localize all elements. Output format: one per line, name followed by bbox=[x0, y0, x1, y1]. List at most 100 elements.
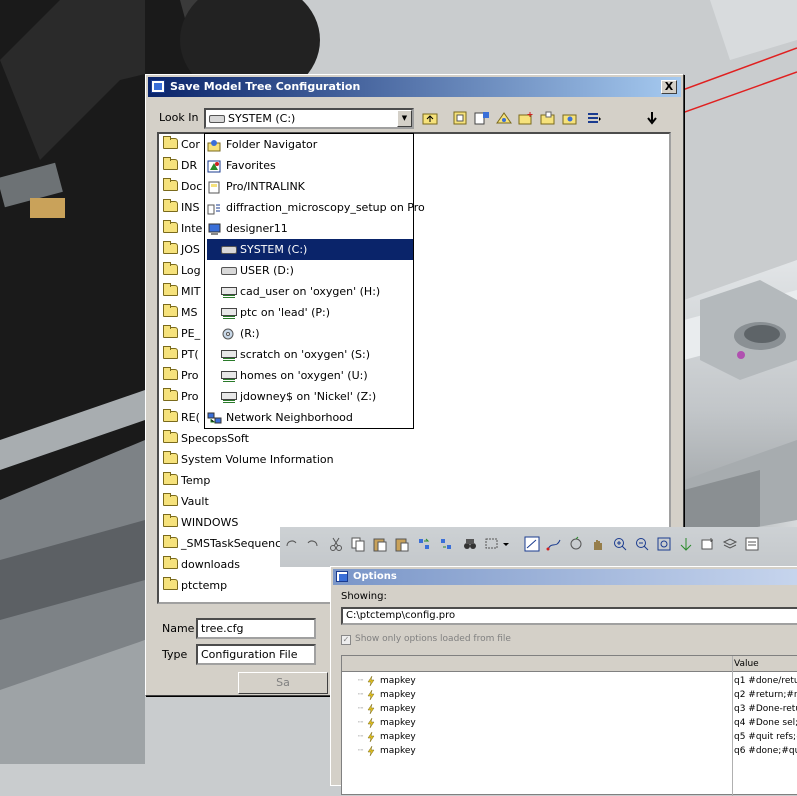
cad-viewport[interactable]: Save Model Tree Configuration X Look In … bbox=[0, 0, 797, 796]
folder-icon bbox=[163, 220, 178, 233]
look-in-dropdown-list[interactable]: Folder Navigator Favorites Pro/INTRALINK… bbox=[204, 133, 425, 429]
list-item[interactable]: MIT bbox=[163, 283, 200, 301]
spin-icon[interactable] bbox=[568, 536, 584, 552]
folder-icon bbox=[163, 241, 178, 254]
spline-icon[interactable] bbox=[546, 536, 562, 552]
list-item[interactable]: Vault bbox=[163, 493, 209, 511]
zoom-out-icon[interactable] bbox=[634, 536, 650, 552]
network-drive-icon bbox=[221, 349, 237, 361]
options-table[interactable]: Value ┈ mapkey q1 #done/return ┈ mapkey … bbox=[341, 655, 797, 796]
options-titlebar[interactable]: Options bbox=[333, 569, 797, 585]
type-select[interactable]: Configuration File bbox=[196, 644, 316, 665]
paste-special-icon[interactable] bbox=[394, 536, 410, 552]
close-button[interactable]: X bbox=[661, 80, 677, 94]
refit-icon[interactable] bbox=[656, 536, 672, 552]
table-row[interactable]: ┈ mapkey q6 #done;#quit; bbox=[342, 744, 797, 758]
redo-icon[interactable] bbox=[284, 536, 300, 552]
view-manager-icon[interactable] bbox=[744, 536, 760, 552]
save-button[interactable]: Sa bbox=[238, 672, 328, 694]
list-item[interactable]: Pro bbox=[163, 367, 198, 385]
value-column-header[interactable]: Value bbox=[734, 658, 759, 672]
dropdown-item-workspace[interactable]: diffraction_microscopy_setup on Pro bbox=[207, 197, 429, 218]
list-item[interactable]: Cor bbox=[163, 136, 200, 154]
list-item[interactable]: Inte bbox=[163, 220, 202, 238]
dropdown-item-user-d[interactable]: USER (D:) bbox=[221, 260, 298, 281]
main-toolbar bbox=[280, 527, 797, 567]
list-item[interactable]: _SMSTaskSequenc bbox=[163, 535, 281, 553]
dropdown-item-homes-u[interactable]: homes on 'oxygen' (U:) bbox=[221, 365, 372, 386]
working-directory-icon[interactable] bbox=[452, 111, 468, 125]
copy-icon[interactable] bbox=[350, 536, 366, 552]
folder-icon bbox=[163, 367, 178, 380]
dropdown-item-favorites[interactable]: Favorites bbox=[207, 155, 280, 176]
folder-icon bbox=[163, 409, 178, 422]
new-folder-icon[interactable] bbox=[518, 111, 534, 125]
dropdown-item-intralink[interactable]: Pro/INTRALINK bbox=[207, 176, 309, 197]
look-in-combo[interactable]: SYSTEM (C:) ▼ bbox=[204, 108, 414, 129]
list-item[interactable]: ptctemp bbox=[163, 577, 227, 595]
dropdown-item-system-c[interactable]: SYSTEM (C:) bbox=[207, 239, 413, 260]
chevron-down-icon[interactable]: ▼ bbox=[397, 110, 412, 127]
reorient-icon[interactable] bbox=[678, 536, 694, 552]
undo-icon[interactable] bbox=[304, 536, 320, 552]
list-item[interactable]: System Volume Information bbox=[163, 451, 334, 469]
table-row[interactable]: ┈ mapkey q2 #return;#retu bbox=[342, 688, 797, 702]
chevron-down-icon[interactable] bbox=[502, 536, 510, 552]
regenerate-icon[interactable] bbox=[416, 536, 432, 552]
select-box-icon[interactable] bbox=[484, 536, 500, 552]
up-folder-icon[interactable] bbox=[422, 111, 438, 125]
tools-icon[interactable] bbox=[644, 111, 660, 125]
table-row[interactable]: ┈ mapkey q1 #done/return bbox=[342, 674, 797, 688]
list-item[interactable]: downloads bbox=[163, 556, 240, 574]
layers-icon[interactable] bbox=[722, 536, 738, 552]
in-session-icon[interactable] bbox=[474, 111, 490, 125]
saved-views-icon[interactable] bbox=[700, 536, 716, 552]
list-item[interactable]: DR bbox=[163, 157, 197, 175]
drive-icon bbox=[221, 246, 237, 254]
list-item[interactable]: INS bbox=[163, 199, 199, 217]
options-window: Options Showing: C:\ptctemp\config.pro ✓… bbox=[330, 566, 797, 796]
dropdown-item-scratch-s[interactable]: scratch on 'oxygen' (S:) bbox=[221, 344, 374, 365]
dropdown-item-designer11[interactable]: designer11 bbox=[207, 218, 292, 239]
paste-icon[interactable] bbox=[372, 536, 388, 552]
show-only-loaded-checkbox[interactable]: ✓ Show only options loaded from file bbox=[341, 634, 511, 645]
sketch-icon[interactable] bbox=[524, 536, 540, 552]
list-item[interactable]: SpecopsSoft bbox=[163, 430, 249, 448]
folder-icon bbox=[163, 346, 178, 359]
name-input[interactable]: tree.cfg bbox=[196, 618, 316, 639]
list-item[interactable]: Log bbox=[163, 262, 201, 280]
dropdown-item-jdowney-z[interactable]: jdowney$ on 'Nickel' (Z:) bbox=[221, 386, 380, 407]
my-documents-icon[interactable] bbox=[540, 111, 556, 125]
table-row[interactable]: ┈ mapkey q3 #Done-return bbox=[342, 702, 797, 716]
name-label: Name bbox=[162, 622, 195, 635]
table-row[interactable]: ┈ mapkey q5 #quit refs;#q bbox=[342, 730, 797, 744]
dropdown-item-r[interactable]: (R:) bbox=[221, 323, 264, 344]
list-item[interactable]: JOS bbox=[163, 241, 200, 259]
dropdown-item-network-neighborhood[interactable]: Network Neighborhood bbox=[207, 407, 357, 428]
list-item[interactable]: Pro bbox=[163, 388, 198, 406]
dropdown-item-cad-user-h[interactable]: cad_user on 'oxygen' (H:) bbox=[221, 281, 384, 302]
zoom-in-icon[interactable] bbox=[612, 536, 628, 552]
table-header bbox=[342, 656, 797, 672]
list-item[interactable]: PE_ bbox=[163, 325, 200, 343]
lightning-icon bbox=[367, 718, 375, 728]
list-item[interactable]: MS bbox=[163, 304, 197, 322]
dialog-titlebar[interactable]: Save Model Tree Configuration X bbox=[148, 77, 681, 97]
favorite-folder-icon[interactable] bbox=[562, 111, 578, 125]
dropdown-item-folder-navigator[interactable]: Folder Navigator bbox=[207, 134, 321, 155]
regenerate-manager-icon[interactable] bbox=[438, 536, 454, 552]
pan-hand-icon[interactable] bbox=[590, 536, 606, 552]
list-item[interactable]: PT( bbox=[163, 346, 199, 364]
lightning-icon bbox=[367, 690, 375, 700]
dropdown-item-ptc-p[interactable]: ptc on 'lead' (P:) bbox=[221, 302, 334, 323]
list-view-icon[interactable] bbox=[586, 111, 602, 125]
showing-field[interactable]: C:\ptctemp\config.pro bbox=[341, 607, 797, 625]
list-item[interactable]: Temp bbox=[163, 472, 210, 490]
table-row[interactable]: ┈ mapkey q4 #Done sel;#I bbox=[342, 716, 797, 730]
desktop-icon[interactable] bbox=[496, 111, 512, 125]
list-item[interactable]: WINDOWS bbox=[163, 514, 238, 532]
list-item[interactable]: RE( bbox=[163, 409, 200, 427]
list-item[interactable]: Doc bbox=[163, 178, 202, 196]
find-icon[interactable] bbox=[462, 536, 478, 552]
cut-icon[interactable] bbox=[328, 536, 344, 552]
